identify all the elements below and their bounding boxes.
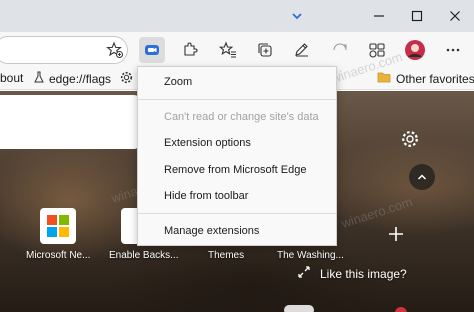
quick-link-label: The Washing... (277, 250, 344, 261)
games-icon[interactable] (364, 37, 390, 63)
browser-toolbar (0, 32, 474, 68)
close-icon[interactable] (436, 0, 474, 32)
favorite-label: bout (0, 71, 24, 85)
menu-item-remove-extension[interactable]: Remove from Microsoft Edge (138, 157, 336, 183)
menu-item-manage-extensions[interactable]: Manage extensions (138, 218, 336, 244)
quick-link-label: Microsoft Ne... (26, 250, 91, 261)
page-settings-gear-icon[interactable] (398, 127, 422, 151)
minimize-icon[interactable] (360, 0, 398, 32)
share-icon[interactable] (327, 37, 353, 63)
favorite-item-edge-flags[interactable]: edge://flags (34, 71, 111, 86)
zoom-extension-icon[interactable] (139, 37, 165, 63)
other-favorites[interactable]: Other favorites (377, 71, 474, 86)
gear-icon (120, 71, 133, 87)
title-bar (0, 0, 474, 32)
quick-link-microsoft-news[interactable] (40, 208, 76, 244)
like-image-label: Like this image? (320, 266, 407, 281)
menu-item-extension-options[interactable]: Extension options (138, 130, 336, 156)
star-add-icon[interactable] (102, 37, 128, 63)
collections-icon[interactable] (252, 37, 278, 63)
add-quick-link-plus-icon[interactable] (384, 222, 408, 246)
flask-icon (34, 71, 44, 86)
extension-context-menu: Zoom Can't read or change site's data Ex… (137, 66, 337, 246)
search-box[interactable] (0, 95, 140, 149)
folder-icon (377, 71, 391, 86)
collapse-chevron-up-icon[interactable] (409, 164, 435, 190)
microsoft-logo-icon (47, 215, 69, 237)
menu-item-site-access: Can't read or change site's data (164, 111, 319, 123)
menu-separator (138, 99, 336, 100)
menu-item-zoom[interactable]: Zoom (138, 69, 336, 95)
menu-item-hide-from-toolbar[interactable]: Hide from toolbar (138, 183, 336, 209)
notification-badge (395, 307, 407, 312)
puzzle-extensions-icon[interactable] (177, 37, 203, 63)
profile-avatar[interactable] (402, 37, 428, 63)
favorites-icon[interactable] (215, 37, 241, 63)
bottom-pill (284, 305, 314, 312)
like-image-prompt[interactable]: Like this image? (298, 266, 407, 281)
more-icon[interactable] (440, 37, 466, 63)
other-favorites-label: Other favorites (396, 71, 474, 86)
edit-icon[interactable] (289, 37, 315, 63)
favorite-item-settings[interactable] (120, 71, 133, 87)
chevron-down-icon[interactable] (278, 0, 316, 32)
menu-separator (138, 213, 336, 214)
favorite-item-about[interactable]: bout (0, 71, 23, 85)
quick-link-label: Enable Backs... (109, 250, 179, 261)
expand-icon[interactable] (298, 266, 310, 281)
maximize-icon[interactable] (398, 0, 436, 32)
quick-link-label: Themes (208, 250, 245, 261)
favorite-label: edge://flags (49, 71, 112, 86)
